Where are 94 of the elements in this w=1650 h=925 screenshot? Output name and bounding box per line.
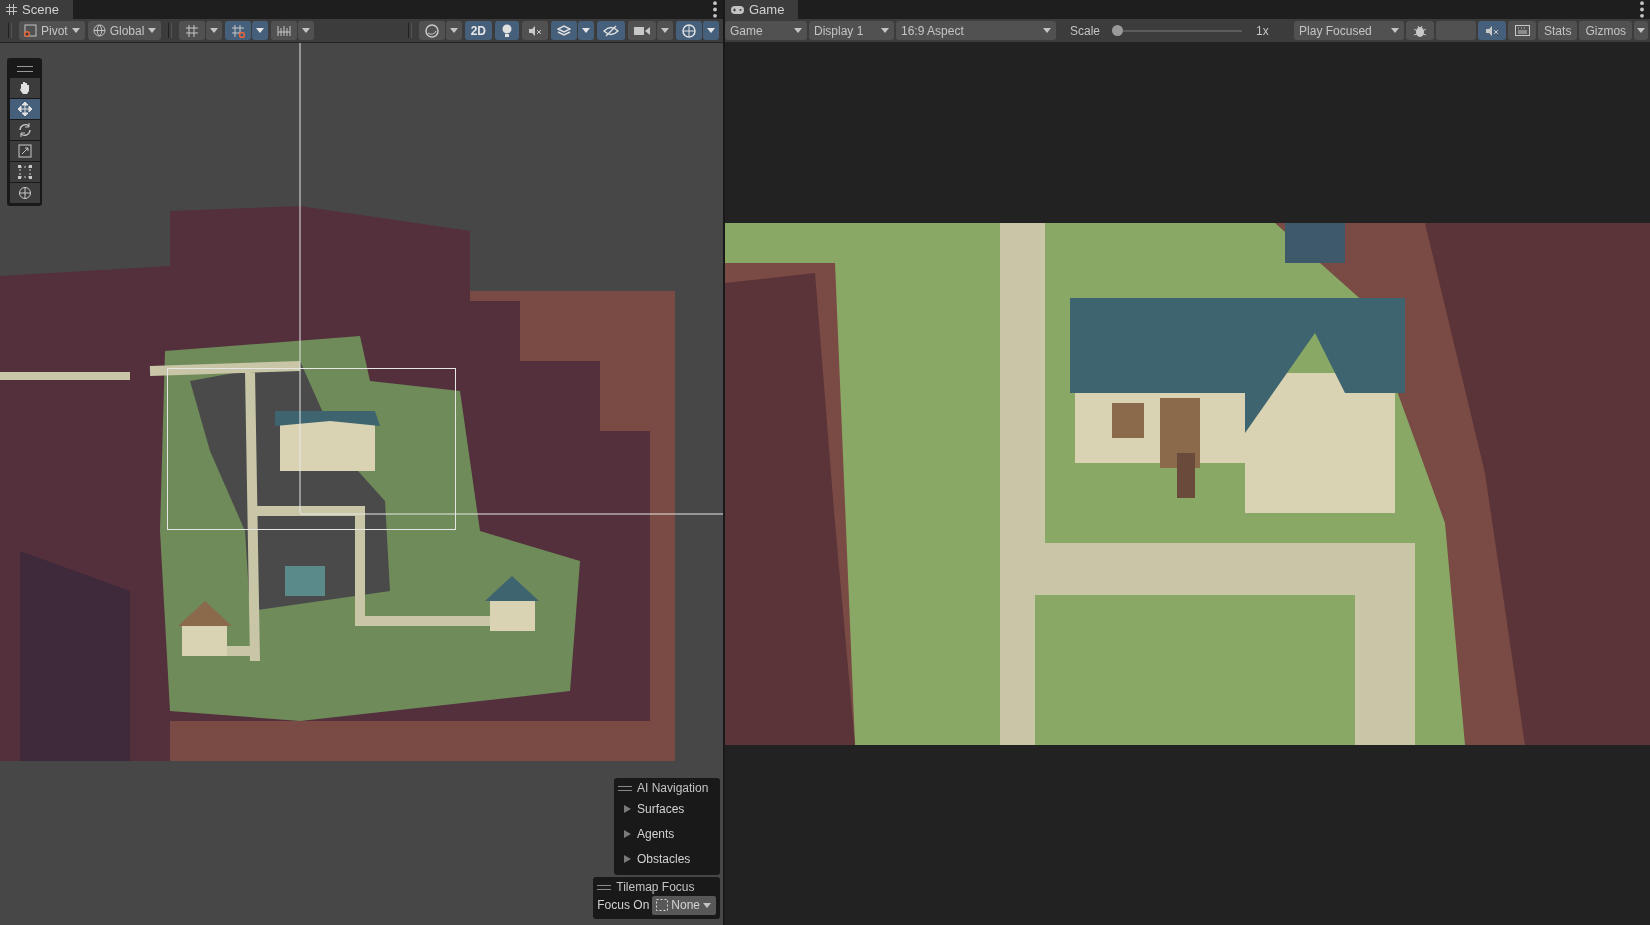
caret-icon xyxy=(582,28,590,33)
grid-snap-icon xyxy=(231,23,246,38)
layers-icon xyxy=(557,23,571,38)
toolbar-toggle[interactable] xyxy=(551,21,577,40)
overlay-title: AI Navigation xyxy=(637,781,709,795)
toolbar-toggle[interactable] xyxy=(522,21,548,40)
sphere-icon xyxy=(424,23,439,38)
foldout-item[interactable]: Agents xyxy=(618,821,716,846)
tool-button[interactable] xyxy=(9,120,40,140)
tool-button[interactable] xyxy=(9,99,40,119)
dropdown-button[interactable] xyxy=(445,21,462,40)
caret-icon xyxy=(210,28,219,33)
globe-icon xyxy=(92,24,106,37)
toolbar-toggle[interactable] xyxy=(676,21,702,40)
focus-label: Focus On xyxy=(597,898,650,912)
foldout-item[interactable]: Surfaces xyxy=(618,796,716,821)
toolbar-toggle[interactable] xyxy=(179,21,206,40)
transform-icon xyxy=(17,186,32,200)
toolbar-toggle[interactable] xyxy=(1508,21,1537,40)
display-dropdown[interactable]: Display 1 xyxy=(809,21,894,40)
dropdown-button[interactable] xyxy=(703,21,719,40)
caret-icon xyxy=(703,902,711,908)
dropdown-button[interactable] xyxy=(578,21,594,40)
scale-value: 1x xyxy=(1255,22,1270,40)
toolbar-toggle[interactable] xyxy=(271,21,298,40)
hand-icon xyxy=(17,81,32,95)
ruler-icon xyxy=(277,23,292,38)
caret-icon xyxy=(1043,28,1051,33)
collapsed-arrow-icon xyxy=(624,854,631,863)
pivot-icon xyxy=(24,24,37,37)
dashed-square-icon xyxy=(656,899,669,911)
gizmos-button[interactable]: Gizmos xyxy=(1579,21,1633,40)
aspect-dropdown[interactable]: 16:9 Aspect xyxy=(896,21,1056,40)
scene-tab[interactable]: Scene xyxy=(0,0,73,19)
game-tab[interactable]: Game xyxy=(725,0,799,19)
grid-icon xyxy=(6,4,17,15)
space-dropdown[interactable]: Global xyxy=(87,21,162,40)
toolbar-toggle[interactable] xyxy=(628,21,656,40)
caret-icon xyxy=(794,28,802,33)
foldout-item[interactable]: Obstacles xyxy=(618,846,716,871)
overlay-title: Tilemap Focus xyxy=(616,880,695,894)
play-mode-dropdown[interactable]: Play Focused xyxy=(1294,21,1405,40)
drag-handle-icon[interactable] xyxy=(618,785,632,791)
rotate-icon xyxy=(17,123,32,137)
caret-icon xyxy=(1391,28,1400,33)
toolbar-toggle[interactable] xyxy=(1406,21,1435,40)
stats-button[interactable]: Stats xyxy=(1538,21,1578,40)
slider-thumb[interactable] xyxy=(1112,24,1124,36)
gizmos-menu-button[interactable] xyxy=(1634,21,1649,40)
toolbar-toggle[interactable] xyxy=(597,21,625,40)
mode-toggle[interactable]: 2D xyxy=(464,21,492,40)
grid-icon xyxy=(185,23,200,38)
dropdown-button[interactable] xyxy=(206,21,223,40)
tool-button[interactable] xyxy=(9,162,40,182)
toolbar-toggle[interactable] xyxy=(495,21,519,40)
drag-handle-icon[interactable] xyxy=(597,884,612,890)
keyboard-icon xyxy=(1514,25,1530,36)
focus-dropdown[interactable]: None xyxy=(652,895,716,915)
collapsed-arrow-icon xyxy=(624,829,631,838)
toolbar-toggle[interactable] xyxy=(418,21,445,40)
bug-icon xyxy=(1413,23,1428,38)
scale-slider[interactable] xyxy=(1112,23,1243,38)
dropdown-button[interactable] xyxy=(298,21,315,40)
mute-icon xyxy=(1485,24,1500,37)
dropdown-button[interactable] xyxy=(252,21,269,40)
caret-icon xyxy=(256,28,265,33)
move-arrows-icon xyxy=(17,102,32,116)
view-dropdown[interactable]: Game xyxy=(725,21,807,40)
tool-button[interactable] xyxy=(9,183,40,203)
toolbar-toggle[interactable] xyxy=(1478,21,1507,40)
caret-icon xyxy=(148,28,157,33)
dropdown-button[interactable] xyxy=(657,21,673,40)
caret-icon xyxy=(881,28,889,33)
caret-icon xyxy=(661,28,669,33)
pivot-dropdown[interactable]: Pivot xyxy=(19,21,85,40)
hidden-eye-icon xyxy=(603,24,619,37)
collapsed-arrow-icon xyxy=(624,804,631,813)
scale-icon xyxy=(17,144,32,158)
mute-icon xyxy=(528,24,542,37)
gamepad-icon xyxy=(731,5,744,14)
caret-icon xyxy=(707,28,715,33)
caret-icon xyxy=(449,28,458,33)
tool-button[interactable] xyxy=(9,78,40,98)
caret-icon xyxy=(302,28,311,33)
toolbar-toggle[interactable] xyxy=(225,21,252,40)
scale-label: Scale xyxy=(1069,22,1102,40)
light-bulb-icon xyxy=(501,23,513,38)
drag-handle-icon[interactable] xyxy=(16,66,33,72)
caret-icon xyxy=(71,28,80,33)
rect-tool-icon xyxy=(17,165,32,179)
camera-icon xyxy=(634,25,650,36)
gizmo-globe-icon xyxy=(682,23,696,38)
caret-icon xyxy=(1637,28,1646,33)
toolbar-toggle[interactable] xyxy=(1436,21,1477,40)
